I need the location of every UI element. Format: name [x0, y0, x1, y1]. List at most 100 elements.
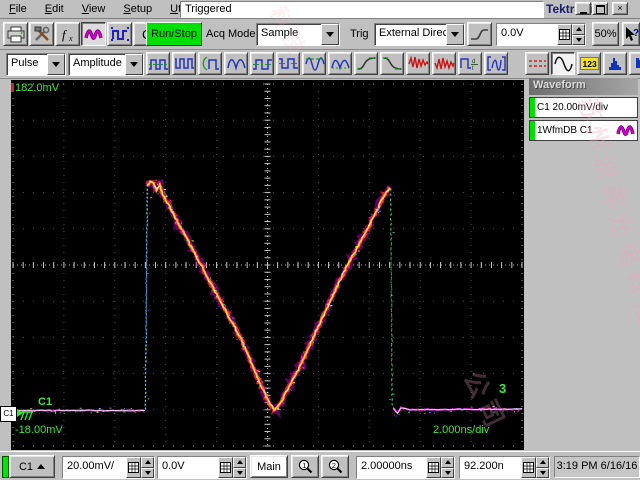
vertical-scale-input[interactable]: 20.00mV/ — [63, 457, 126, 478]
waveform-speck — [321, 321, 323, 323]
spin-down-button[interactable] — [233, 467, 246, 478]
horizontal-position-input[interactable]: 92.200n — [460, 457, 521, 478]
trig-source-select[interactable]: External Direct — [374, 23, 465, 46]
histogram-horizontal-button[interactable] — [629, 52, 640, 75]
spin-down-button[interactable] — [536, 467, 549, 478]
measure-delay-button[interactable]: dt — [458, 52, 482, 75]
measure-positive-width-button[interactable] — [146, 52, 170, 75]
measure-period-button[interactable] — [224, 52, 248, 75]
histogram-vertical-button[interactable] — [603, 52, 627, 75]
waveform-speck — [47, 411, 49, 413]
tools-button[interactable] — [29, 22, 54, 46]
trigger-level-input[interactable]: 0.0V — [497, 24, 557, 45]
waveform-speck — [218, 306, 220, 308]
menu-file[interactable]: File — [0, 1, 36, 17]
waveform-speck — [393, 393, 395, 395]
waveform-speck — [393, 195, 395, 197]
menu-setup[interactable]: Setup — [114, 1, 161, 17]
context-help-button[interactable]: ? — [622, 22, 640, 46]
waveform-speck — [288, 389, 291, 391]
acquisition-button[interactable] — [107, 22, 132, 46]
spin-down-button[interactable] — [441, 467, 454, 478]
rising-edge-icon — [469, 26, 490, 42]
keypad-icon[interactable] — [557, 24, 572, 45]
measure-negative-duty-button[interactable] — [276, 52, 300, 75]
vertical-offset-input[interactable]: 0.0V — [158, 457, 218, 478]
waveform-speck — [328, 308, 330, 310]
waveform-row-2[interactable]: 1WfmDB C1 — [529, 120, 638, 141]
zoom-1-button[interactable]: 1 — [291, 455, 319, 478]
waveform-speck — [155, 187, 158, 189]
measure-noise-button[interactable] — [432, 52, 456, 75]
spin-up-button[interactable] — [233, 457, 246, 468]
waveform-speck — [171, 207, 174, 209]
chevron-down-icon[interactable] — [125, 54, 143, 75]
measure-type-select[interactable]: Amplitude — [68, 53, 144, 76]
measure-negative-width-button[interactable] — [172, 52, 196, 75]
spin-up-button[interactable] — [572, 24, 585, 35]
waveform-speck — [379, 203, 381, 204]
measure-mean-button[interactable] — [302, 52, 326, 75]
pulse-blue-icon — [110, 26, 130, 42]
zoom-2-button[interactable]: 2 — [321, 455, 349, 478]
waveform-row-label: C1 20.00mV/div — [537, 102, 609, 113]
math-fx-button[interactable]: fx — [55, 22, 80, 46]
waveform-view-button[interactable] — [551, 52, 575, 75]
menu-edit[interactable]: Edit — [36, 1, 73, 17]
waveform-speck — [41, 411, 43, 413]
waveform-speck — [210, 278, 212, 280]
waveform-speck — [242, 347, 244, 349]
measurement-readout-button[interactable]: 123 — [577, 52, 601, 75]
waveform-speck — [175, 222, 177, 224]
measure-fall-time-button[interactable] — [380, 52, 404, 75]
keypad-icon[interactable] — [426, 457, 441, 478]
measure-positive-duty-button[interactable] — [250, 52, 274, 75]
run-stop-button[interactable]: Run/Stop — [146, 22, 202, 46]
spin-up-button[interactable] — [536, 457, 549, 468]
close-button[interactable]: × — [612, 2, 628, 15]
chevron-down-icon[interactable] — [321, 24, 339, 45]
spin-down-button[interactable] — [141, 467, 154, 478]
cursors-button[interactable] — [525, 52, 549, 75]
chevron-down-icon[interactable] — [446, 24, 464, 45]
print-button[interactable] — [3, 22, 28, 46]
menu-view[interactable]: View — [73, 1, 115, 17]
waveform-speck — [335, 285, 338, 287]
measure-category-select[interactable]: Pulse — [6, 53, 66, 76]
measure-cycle-rms-button[interactable] — [328, 52, 352, 75]
timebase-main-button[interactable]: Main — [250, 455, 288, 478]
svg-text:2: 2 — [331, 460, 335, 469]
chevron-down-icon[interactable] — [47, 54, 65, 75]
restore-button[interactable] — [592, 2, 608, 15]
keypad-icon[interactable] — [218, 457, 233, 478]
keypad-icon — [523, 462, 534, 473]
measure-burst-width-button[interactable] — [198, 52, 222, 75]
horizontal-scale-input[interactable]: 2.00000ns — [357, 457, 426, 478]
waveform-speck — [113, 412, 115, 414]
waveform-row-1[interactable]: C1 20.00mV/div — [529, 97, 638, 118]
measure-phase-button[interactable] — [484, 52, 508, 75]
trigger-slope-button[interactable] — [467, 22, 492, 46]
keypad-icon[interactable] — [521, 457, 536, 478]
waveform-speck — [159, 188, 161, 190]
spin-up-button[interactable] — [441, 457, 454, 468]
spin-up-button[interactable] — [141, 457, 154, 468]
waveform-speck — [149, 197, 151, 199]
waveform-database-button[interactable] — [81, 22, 106, 46]
set-level-50-button[interactable]: 50% — [592, 22, 619, 46]
spin-down-button[interactable] — [572, 34, 585, 45]
waveform-speck — [312, 339, 313, 341]
minimize-button[interactable] — [575, 2, 591, 15]
waveform-speck — [395, 415, 397, 417]
acq-mode-select[interactable]: Sample — [256, 23, 340, 46]
waveform-speck — [207, 278, 209, 280]
keypad-icon[interactable] — [126, 457, 141, 478]
waveform-trace-falling-edge — [389, 188, 394, 405]
measure-rise-time-button[interactable] — [354, 52, 378, 75]
channel-1-marker[interactable]: C1 — [0, 406, 17, 422]
measure-jitter-button[interactable] — [406, 52, 430, 75]
waveform-speck — [393, 352, 395, 353]
neg-duty-icon — [278, 55, 299, 72]
waveform-speck — [394, 409, 396, 411]
channel-select-button[interactable]: C1 — [9, 455, 55, 478]
